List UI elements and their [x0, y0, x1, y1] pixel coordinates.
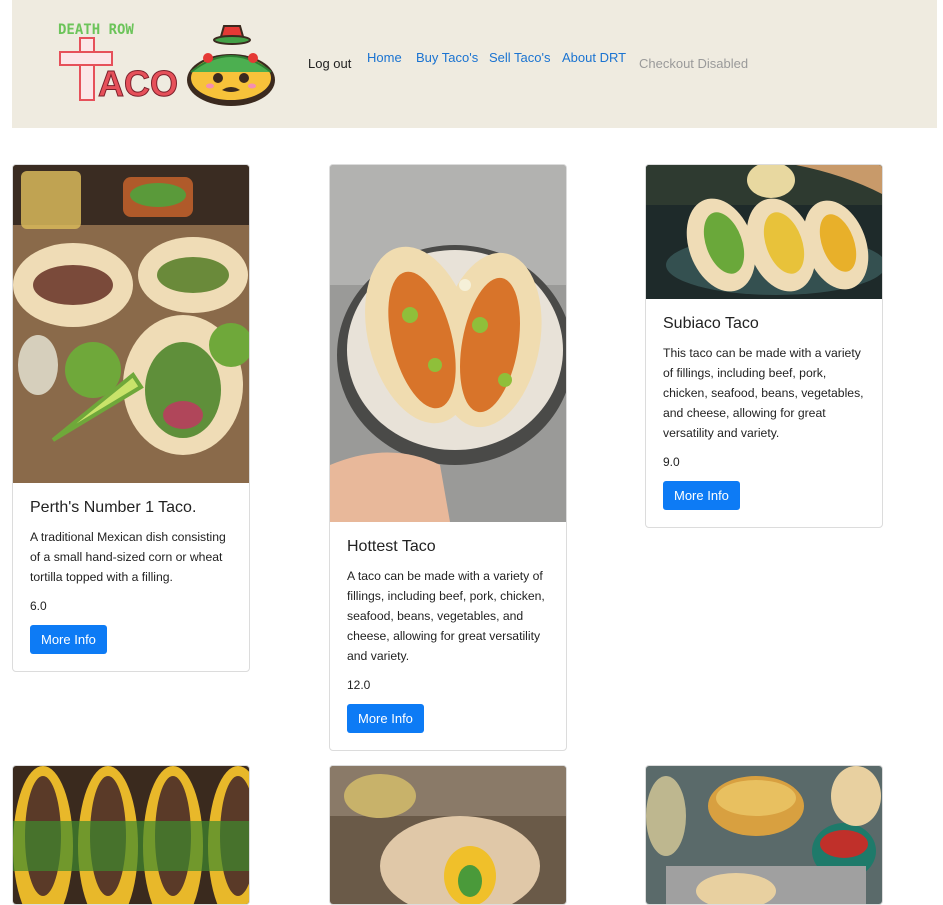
card-description: A taco can be made with a variety of fil… [347, 569, 545, 663]
product-card [12, 765, 250, 905]
nav-about-link[interactable]: About DRT [562, 50, 626, 65]
product-card: Subiaco Taco This taco can be made with … [645, 164, 883, 528]
card-title: Hottest Taco [347, 538, 436, 555]
card-description: This taco can be made with a variety of … [663, 346, 864, 440]
card-title: Perth's Number 1 Taco. [30, 499, 197, 516]
card-title: Subiaco Taco [663, 315, 759, 332]
taco-image [646, 165, 882, 299]
taco-logo-icon: DEATH ROW ACO [58, 22, 275, 106]
card-price: 6.0 [30, 599, 47, 613]
more-info-button[interactable]: More Info [347, 704, 424, 733]
taco-image [330, 766, 566, 904]
taco-image [646, 766, 882, 904]
logo-bottom-text: ACO [98, 63, 178, 104]
logout-link[interactable]: Log out [308, 56, 351, 71]
card-description: A traditional Mexican dish consisting of… [30, 530, 226, 584]
taco-image [13, 165, 249, 483]
taco-image [13, 766, 249, 904]
taco-image [330, 165, 566, 522]
more-info-button[interactable]: More Info [30, 625, 107, 654]
nav-sell-tacos-link[interactable]: Sell Taco's [489, 50, 551, 65]
product-card [645, 765, 883, 905]
product-card [329, 765, 567, 905]
product-card: Hottest Taco A taco can be made with a v… [329, 164, 567, 751]
logo[interactable]: DEATH ROW ACO [58, 18, 278, 106]
logo-top-text: DEATH ROW [58, 22, 134, 38]
nav-buy-tacos-link[interactable]: Buy Taco's [416, 50, 478, 65]
card-price: 12.0 [347, 678, 371, 692]
checkout-disabled-link: Checkout Disabled [639, 56, 749, 71]
more-info-button[interactable]: More Info [663, 481, 740, 510]
card-price: 9.0 [663, 455, 680, 469]
nav-home-link[interactable]: Home [367, 50, 402, 65]
product-card: Perth's Number 1 Taco. A traditional Mex… [12, 164, 250, 672]
navbar: DEATH ROW ACO Log out Home Buy Taco's Se… [12, 0, 937, 128]
